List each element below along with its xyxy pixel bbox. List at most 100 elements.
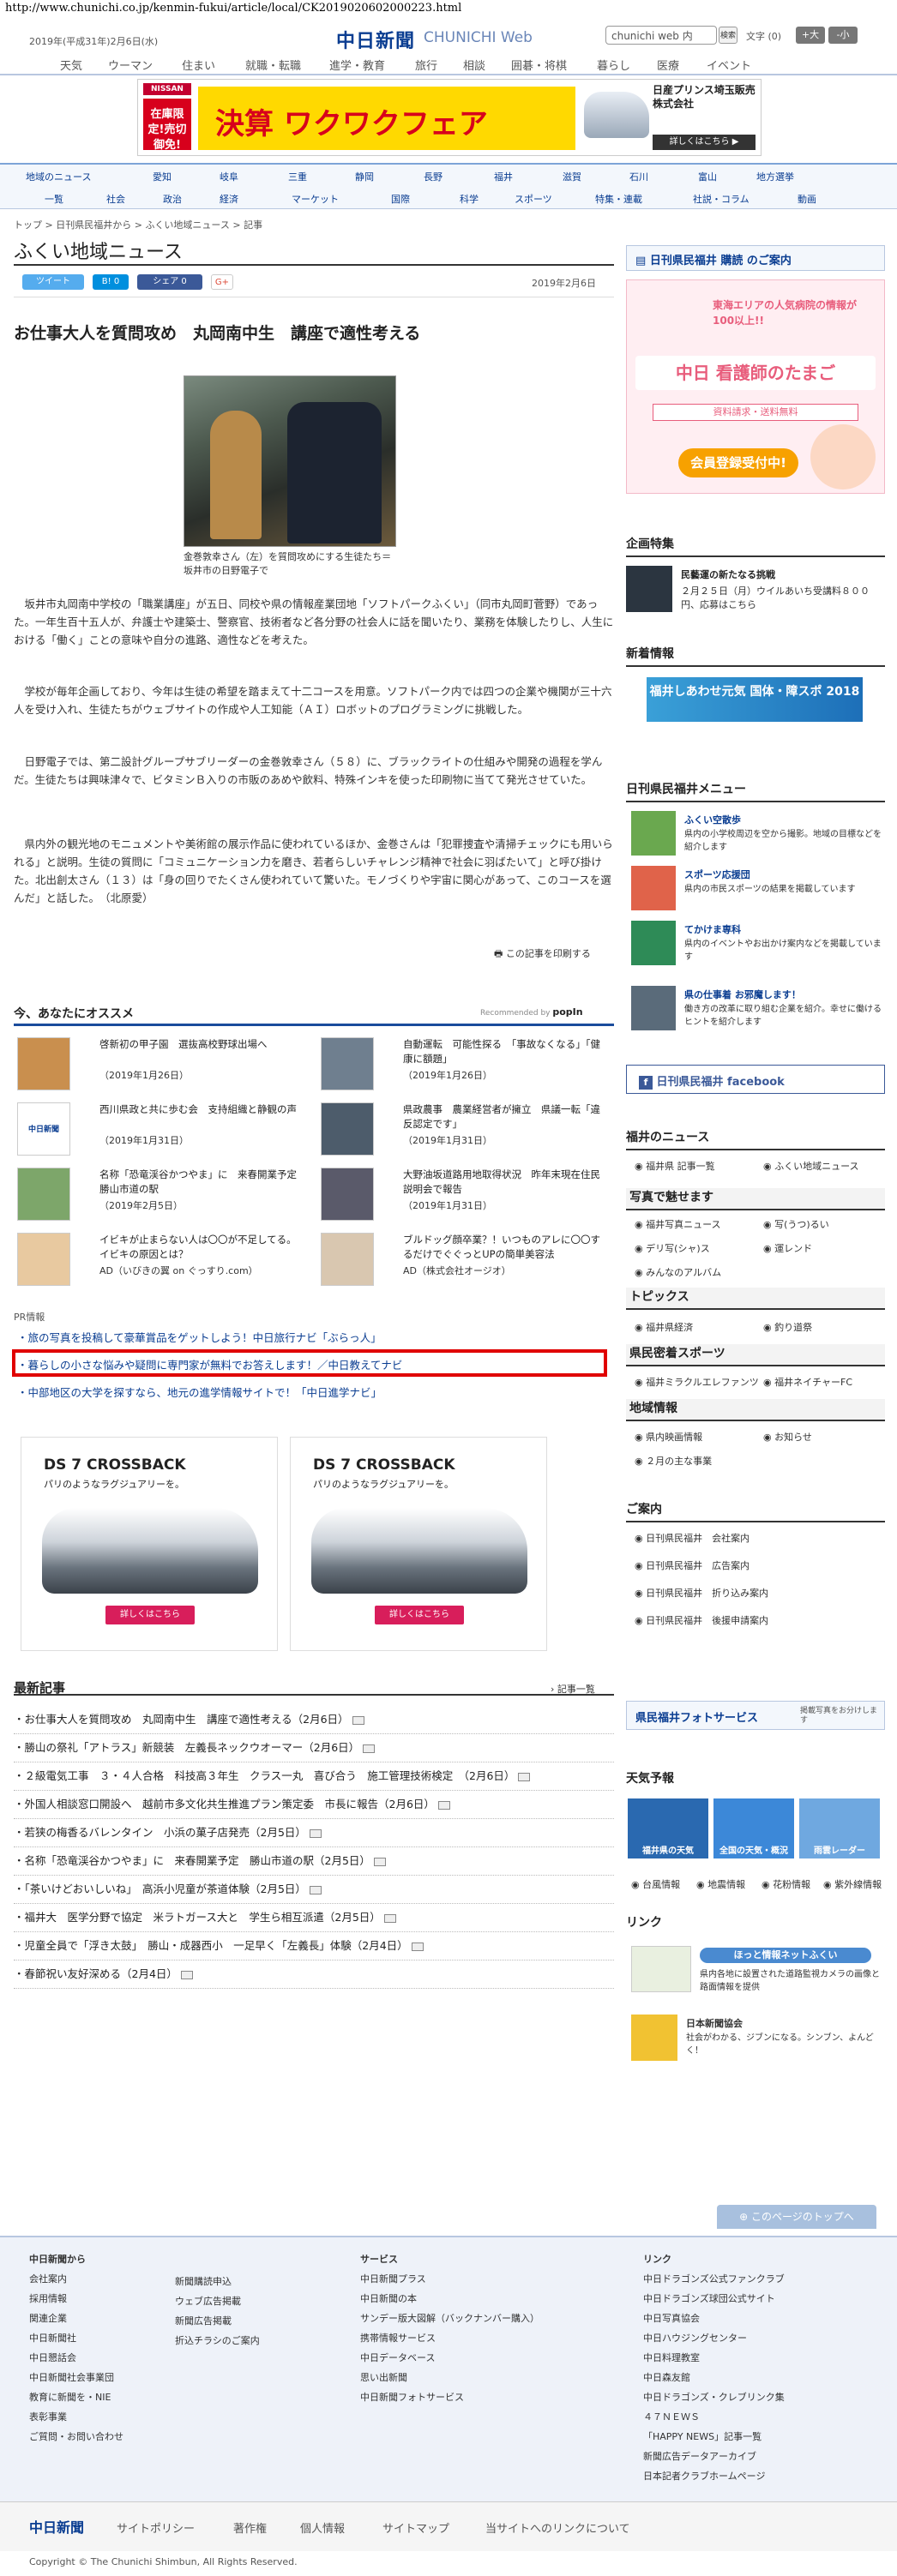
footer-link[interactable]: 表彰事業 (29, 2407, 166, 2427)
footer-link[interactable]: 新聞購読申込 (175, 2272, 312, 2291)
footer-link[interactable]: 中日料理教室 (643, 2348, 866, 2368)
footer-link[interactable]: 中日新聞フォトサービス (360, 2387, 566, 2407)
footer-link[interactable]: 教育に新聞を・NIE (29, 2387, 166, 2407)
region-item[interactable]: 滋賀 (563, 170, 581, 183)
footer-link[interactable]: 中日写真協会 (643, 2309, 866, 2328)
nurse-ad[interactable]: 東海エリアの人気病院の情報が100以上!! 中日 看護師のたまご 資料請求・送料… (626, 279, 885, 494)
sidebar-link[interactable]: ほっと情報ネットふくい (700, 1948, 871, 1963)
latest-item[interactable]: ・２級電気工事 ３・４人合格 科技高３年生 クラス一丸 喜び合う 施工管理技術検… (14, 1762, 614, 1791)
font-minus-button[interactable]: -小 (828, 27, 858, 44)
search-button[interactable]: 検索 (719, 27, 737, 44)
sidebar-link[interactable]: ◉ 県内映画情報 (635, 1430, 702, 1444)
sidebar-link[interactable]: ◉ 日刊県民福井 折り込み案内 (635, 1586, 768, 1600)
sidebar-link[interactable]: ◉ 福井県経済 (635, 1320, 693, 1334)
footer-link[interactable]: 会社案内 (29, 2269, 166, 2289)
footer-link[interactable]: 採用情報 (29, 2289, 166, 2309)
ds-ad[interactable]: DS 7 CROSSBACK パリのようなラグジュアリーを。 詳しくはこちら (21, 1437, 278, 1651)
nav-item[interactable]: 就職・転職 (245, 57, 301, 73)
sidebar-link[interactable]: ◉ 地震情報 (696, 1877, 745, 1891)
category-item[interactable]: 動画 (798, 192, 816, 206)
sidebar-link[interactable]: ◉ 日刊県民福井 後援申請案内 (635, 1613, 768, 1627)
footer-link[interactable]: 中日ハウジングセンター (643, 2328, 866, 2348)
back-to-top-button[interactable]: ⊕ このページのトップへ (717, 2205, 876, 2229)
footer-link[interactable]: 「HAPPY NEWS」記事一覧 (643, 2427, 866, 2447)
sidebar-link[interactable]: ◉ 写(うつ)るい (763, 1217, 829, 1231)
region-item[interactable]: 地域のニュース (26, 170, 91, 183)
footer-link[interactable]: 中日懇話会 (29, 2348, 166, 2368)
kokutai-banner[interactable]: 福井しあわせ元気 国体・障スポ 2018 (647, 677, 863, 722)
footer-link[interactable]: 中日ドラゴンズ・クレブリンク集 (643, 2387, 866, 2407)
footer-link[interactable]: 中日データベース (360, 2348, 566, 2368)
register-button[interactable]: 会員登録受付中! (678, 448, 798, 477)
latest-item[interactable]: ・お仕事大人を質問攻め 丸岡南中生 講座で適性考える（2月6日） (14, 1706, 614, 1734)
recommend-item[interactable]: 県政農事 農業経営者が擁立 県議一転「違反認定です」 （2019年1月31日） (317, 1099, 613, 1161)
recommend-item[interactable]: 名称「恐竜渓谷かつやま」に 来春開業予定 勝山市道の駅 （2019年2月5日） (14, 1164, 310, 1226)
nav-item[interactable]: 旅行 (415, 57, 437, 73)
weather-tile[interactable]: 全国の天気・概況 (713, 1798, 794, 1858)
latest-item[interactable]: ・児童全員で「浮き太鼓」 勝山・成器西小 一足早く「左義長」体験（2月4日） (14, 1932, 614, 1961)
recommend-item[interactable]: 啓新初の甲子園 選抜高校野球出場へ （2019年1月26日） (14, 1034, 310, 1096)
sidebar-link[interactable]: ◉ 日刊県民福井 広告案内 (635, 1558, 750, 1572)
category-item[interactable]: 一覧 (45, 192, 63, 206)
footer-link[interactable]: 思い出新聞 (360, 2368, 566, 2387)
category-item[interactable]: スポーツ (515, 192, 552, 206)
footer-link[interactable]: 日本記者クラブホームページ (643, 2466, 866, 2486)
recommend-item[interactable]: 中日新聞 西川県政と共に歩む会 支持組織と静観の声 （2019年1月31日） (14, 1099, 310, 1161)
sidebar-link[interactable]: ◉ 台風情報 (631, 1877, 680, 1891)
footer-bar-link[interactable]: サイトポリシー (117, 2519, 195, 2536)
weather-tile[interactable]: 雨雲レーダー (799, 1798, 880, 1858)
sidebar-link[interactable]: ◉ 福井ネイチャーFC (763, 1375, 852, 1389)
footer-link[interactable]: サンデー版大図解（バックナンバー購入） (360, 2309, 566, 2328)
region-item[interactable]: 石川 (629, 170, 648, 183)
category-item[interactable]: マーケット (292, 192, 339, 206)
sidebar-link[interactable]: ◉ みんなのアルバム (635, 1265, 721, 1279)
sidebar-link[interactable]: ◉ 花粉情報 (762, 1877, 810, 1891)
sidebar-link[interactable]: ◉ 福井県 記事一覧 (635, 1159, 715, 1173)
footer-link[interactable]: 携帯情報サービス (360, 2328, 566, 2348)
sidebar-link[interactable]: ◉ 福井ミラクルエレファンツ (635, 1375, 759, 1389)
sidebar-link[interactable]: ◉ デリ写(シャ)ス (635, 1241, 710, 1255)
region-item[interactable]: 静岡 (355, 170, 374, 183)
site-logo[interactable]: 中日新聞 (336, 26, 415, 53)
recommend-item[interactable]: ブルドッグ顔卒業？！いつものアレに〇〇するだけでぐぐっとUPの簡単美容法 AD（… (317, 1229, 613, 1291)
nav-item[interactable]: 天気 (60, 57, 82, 73)
footer-link[interactable]: 関連企業 (29, 2309, 166, 2328)
region-item[interactable]: 岐阜 (220, 170, 238, 183)
weather-tile[interactable]: 福井県の天気 (628, 1798, 708, 1858)
kikaku-item[interactable]: 民藝運の新たなる挑戦 (681, 567, 883, 581)
footer-bar-link[interactable]: 個人情報 (300, 2519, 345, 2536)
nav-item[interactable]: 住まい (182, 57, 215, 73)
footer-link[interactable]: ウェブ広告掲載 (175, 2291, 312, 2311)
hatena-button[interactable]: B! 0 (93, 274, 129, 290)
footer-link[interactable]: 新聞広告掲載 (175, 2311, 312, 2331)
ad-detail-button[interactable]: 詳しくはこちら ▶ (653, 135, 756, 150)
tweet-button[interactable]: ツイート (22, 274, 84, 290)
sidebar-link[interactable]: ◉ お知らせ (763, 1430, 812, 1444)
recommend-item[interactable]: イビキが止まらない人は〇〇が不足してる。イビキの原因とは？ AD（いびきの翼 o… (14, 1229, 310, 1291)
latest-item[interactable]: ・春節祝い友好深める（2月4日） (14, 1961, 614, 1989)
nav-item[interactable]: ウーマン (108, 57, 153, 73)
region-item[interactable]: 富山 (698, 170, 717, 183)
ad-banner[interactable]: NISSAN 在庫限定!売切御免! 決算 ワクワクフェア 日産プリンス埼玉販売株… (137, 79, 762, 156)
region-item[interactable]: 福井 (494, 170, 513, 183)
footer-bar-link[interactable]: 著作権 (233, 2519, 267, 2536)
menu-item[interactable]: てかけま専科 (684, 922, 883, 936)
gplus-button[interactable]: G+ (211, 274, 233, 290)
photo-service-banner[interactable]: 県民福井フォトサービス 掲載写真をお分けします (626, 1701, 885, 1730)
nav-item[interactable]: イベント (707, 57, 751, 73)
breadcrumb[interactable]: トップ > 日刊県民福井から > ふくい地域ニュース > 記事 (14, 218, 262, 231)
footer-bar-link[interactable]: 当サイトへのリンクについて (485, 2519, 630, 2536)
recommend-item[interactable]: 大野油坂道路用地取得状況 昨年末現在住民説明会で報告 （2019年1月31日） (317, 1164, 613, 1226)
category-item[interactable]: 科学 (460, 192, 479, 206)
footer-link[interactable]: 中日新聞社 (29, 2328, 166, 2348)
category-item[interactable]: 経済 (220, 192, 238, 206)
menu-item[interactable]: ふくい空散歩 (684, 813, 883, 826)
search-input[interactable]: chunichi web 内 (605, 26, 717, 45)
footer-link[interactable]: 折込チラシのご案内 (175, 2331, 312, 2351)
facebook-share-button[interactable]: シェア 0 (137, 274, 202, 290)
ds-ad[interactable]: DS 7 CROSSBACK パリのようなラグジュアリーを。 詳しくはこちら (290, 1437, 547, 1651)
site-logo-sub[interactable]: CHUNICHI Web (424, 29, 533, 46)
footer-link[interactable]: 新聞広告データアーカイブ (643, 2447, 866, 2466)
ad-detail-button[interactable]: 詳しくはこちら (105, 1606, 195, 1624)
footer-link[interactable]: 中日森友館 (643, 2368, 866, 2387)
